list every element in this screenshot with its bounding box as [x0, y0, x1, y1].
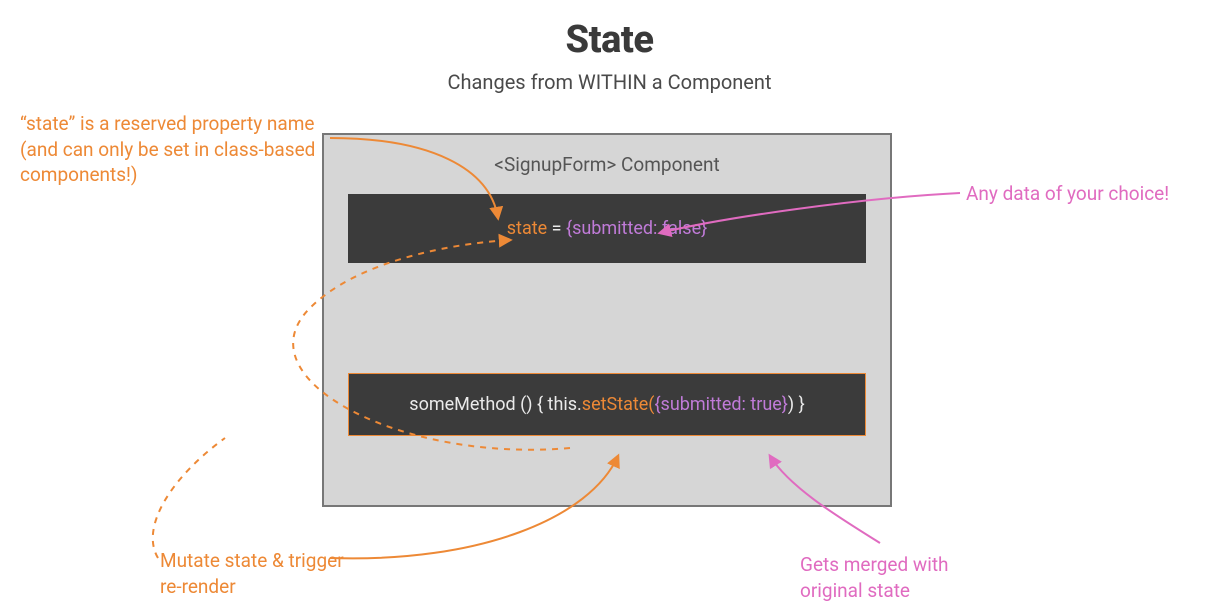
page-title: State: [0, 18, 1219, 62]
code-token-setstate-arg: {submitted: true}: [654, 394, 787, 415]
arrow-mutate-hook-dashed: [153, 438, 225, 558]
code-token-method-post: ) }: [788, 394, 805, 415]
annotation-any-data: Any data of your choice!: [966, 181, 1169, 207]
code-token-method-pre: someMethod () { this.: [409, 394, 582, 415]
code-token-state-value: {submitted: false}: [566, 218, 707, 239]
component-label: <SignupForm> Component: [324, 153, 890, 176]
code-token-setstate: setState(: [582, 394, 655, 415]
code-block-method: someMethod () { this.setState({submitted…: [348, 373, 866, 436]
annotation-reserved-property: “state” is a reserved property name (and…: [20, 111, 320, 188]
code-token-state: state: [507, 218, 547, 239]
component-box: <SignupForm> Component state = {submitte…: [322, 133, 892, 507]
page-subtitle: Changes from WITHIN a Component: [0, 70, 1219, 94]
code-block-state: state = {submitted: false}: [348, 194, 866, 263]
annotation-mutate-state: Mutate state & trigger re-render: [160, 548, 360, 599]
annotation-gets-merged: Gets merged with original state: [800, 552, 1000, 603]
code-token-equals: =: [547, 218, 566, 239]
